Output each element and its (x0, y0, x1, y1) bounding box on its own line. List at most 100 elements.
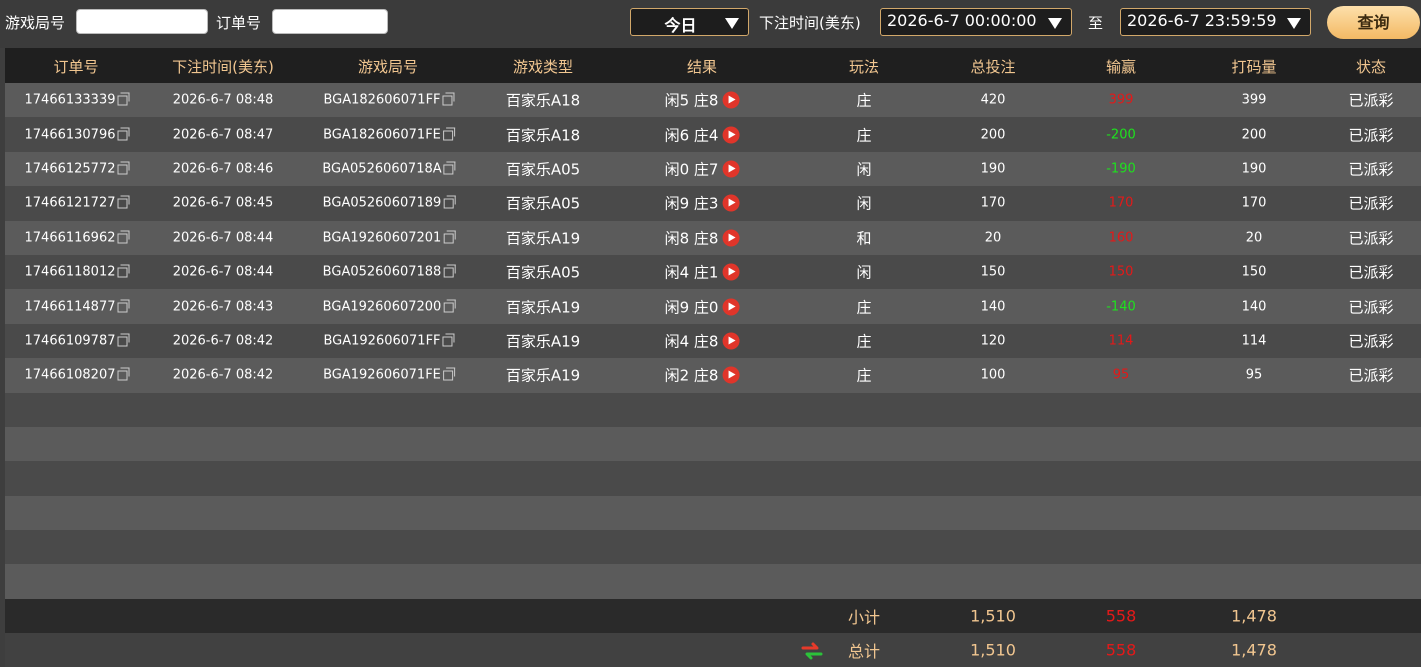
game-round-cell: BGA182606071FF (323, 92, 455, 108)
table-row: 17466133339 2026-6-7 08:48 BGA182606071FF 百… (5, 83, 1421, 118)
bet-type-cell: 和 (856, 227, 871, 248)
total-bet-cell: 100 (981, 368, 1006, 383)
result-text: 闲4 庄1 (664, 263, 719, 282)
empty-row (5, 392, 1421, 427)
play-icon[interactable] (722, 298, 740, 316)
play-icon[interactable] (722, 366, 740, 384)
order-no-input[interactable] (272, 9, 388, 34)
order-no: 17466130796 (24, 127, 116, 143)
copy-icon[interactable] (443, 264, 456, 278)
winloss: -190 (1106, 161, 1136, 177)
copy-icon[interactable] (117, 195, 130, 209)
copy-icon[interactable] (443, 161, 456, 175)
copy-icon[interactable] (443, 195, 456, 209)
order-no-cell: 17466133339 (25, 92, 130, 108)
table-header: 订单号 下注时间(美东) 游戏局号 游戏类型 结果 玩法 总投注 输赢 打码量 状态 (5, 48, 1421, 83)
copy-icon[interactable] (443, 230, 456, 244)
grand-total-label: 总计 (847, 641, 881, 661)
copy-icon[interactable] (442, 92, 455, 106)
total-bet-cell: 150 (981, 265, 1006, 280)
subtotal-winloss: 558 (1105, 606, 1137, 626)
turnover-cell: 95 (1246, 368, 1263, 383)
bet-type: 庄 (856, 366, 872, 385)
total-bet: 20 (984, 230, 1002, 246)
header-col-game-round: 游戏局号 (357, 58, 419, 76)
status-cell: 已派彩 (1348, 330, 1393, 351)
winloss: 95 (1112, 367, 1130, 383)
play-icon[interactable] (722, 160, 740, 178)
turnover: 114 (1241, 333, 1267, 349)
play-icon[interactable] (722, 194, 740, 212)
table-row: 17466118012 2026-6-7 08:44 BGA05260607188 百… (5, 254, 1421, 290)
copy-icon[interactable] (117, 299, 130, 313)
game-type-cell: 百家乐A19 (506, 330, 580, 351)
order-no-cell: 17466109787 (24, 333, 130, 349)
order-no-cell: 17466125772 (24, 161, 130, 177)
refresh-icon[interactable] (800, 639, 824, 663)
bet-time: 2026-6-7 08:42 (172, 367, 274, 383)
start-time-value: 2026-6-7 00:00:00 (887, 11, 1037, 30)
result-text: 闲0 庄7 (664, 160, 719, 179)
copy-icon[interactable] (443, 299, 456, 313)
turnover: 170 (1241, 195, 1267, 211)
query-button[interactable]: 查询 (1327, 6, 1420, 39)
play-icon[interactable] (722, 263, 740, 281)
game-round-cell: BGA05260607188 (322, 264, 456, 280)
copy-icon[interactable] (117, 367, 130, 381)
result-text: 闲2 庄8 (664, 366, 719, 385)
order-no: 17466125772 (24, 161, 116, 177)
play-icon[interactable] (722, 229, 740, 247)
header-col-winloss: 输赢 (1105, 58, 1137, 76)
play-icon[interactable] (722, 91, 740, 109)
order-no: 17466109787 (24, 333, 116, 349)
order-no-cell: 17466108207 (25, 367, 130, 383)
subtotal-row: 小计 1,510 558 1,478 (5, 598, 1421, 633)
empty-row (5, 530, 1421, 565)
bet-type: 闲 (856, 263, 872, 282)
copy-icon[interactable] (442, 367, 455, 381)
bet-time: 2026-6-7 08:45 (172, 195, 274, 211)
table-row: 17466121727 2026-6-7 08:45 BGA05260607189 百… (5, 186, 1421, 221)
game-round-input[interactable] (76, 9, 208, 34)
status: 已派彩 (1348, 366, 1394, 385)
copy-icon[interactable] (117, 333, 130, 347)
game-round: BGA192606071FF (323, 333, 441, 349)
copy-icon[interactable] (117, 230, 130, 244)
status: 已派彩 (1348, 263, 1394, 282)
period-select[interactable]: 今日 (630, 8, 749, 36)
order-no: 17466121727 (24, 195, 116, 211)
copy-icon[interactable] (442, 127, 455, 141)
status: 已派彩 (1348, 194, 1394, 213)
total-bet: 170 (980, 195, 1006, 211)
total-bet-cell: 120 (981, 333, 1006, 348)
result-text: 闲9 庄0 (664, 298, 719, 317)
copy-icon[interactable] (442, 333, 455, 347)
play-icon[interactable] (722, 332, 740, 350)
bet-time-cell: 2026-6-7 08:48 (173, 93, 274, 108)
winloss: 170 (1108, 195, 1134, 211)
result-cell: 闲4 庄8 (665, 330, 740, 351)
copy-icon[interactable] (117, 127, 130, 141)
order-no-cell: 17466114877 (25, 299, 130, 314)
end-time-select[interactable]: 2026-6-7 23:59:59 (1120, 8, 1311, 36)
game-round: BGA05260607188 (322, 264, 442, 280)
game-round: BGA182606071FE (323, 127, 441, 143)
copy-icon[interactable] (117, 161, 130, 175)
result-text: 闲4 庄8 (664, 332, 719, 351)
result-cell: 闲5 庄8 (665, 90, 740, 111)
table-row: 17466116962 2026-6-7 08:44 BGA19260607201 百… (5, 220, 1421, 255)
header-col-total-bet: 总投注 (970, 58, 1016, 76)
copy-icon[interactable] (117, 264, 130, 278)
result-text: 闲6 庄4 (664, 126, 719, 145)
result-text: 闲8 庄8 (664, 229, 719, 248)
total-bet: 140 (980, 299, 1006, 315)
game-type-cell: 百家乐A05 (506, 193, 580, 214)
copy-icon[interactable] (117, 92, 130, 106)
game-type-cell: 百家乐A18 (506, 90, 580, 111)
status-cell: 已派彩 (1348, 90, 1393, 111)
header-col-turnover: 打码量 (1231, 58, 1277, 76)
bet-type: 庄 (856, 332, 872, 351)
start-time-select[interactable]: 2026-6-7 00:00:00 (880, 8, 1072, 36)
play-icon[interactable] (722, 126, 740, 144)
bet-type: 庄 (856, 126, 872, 145)
